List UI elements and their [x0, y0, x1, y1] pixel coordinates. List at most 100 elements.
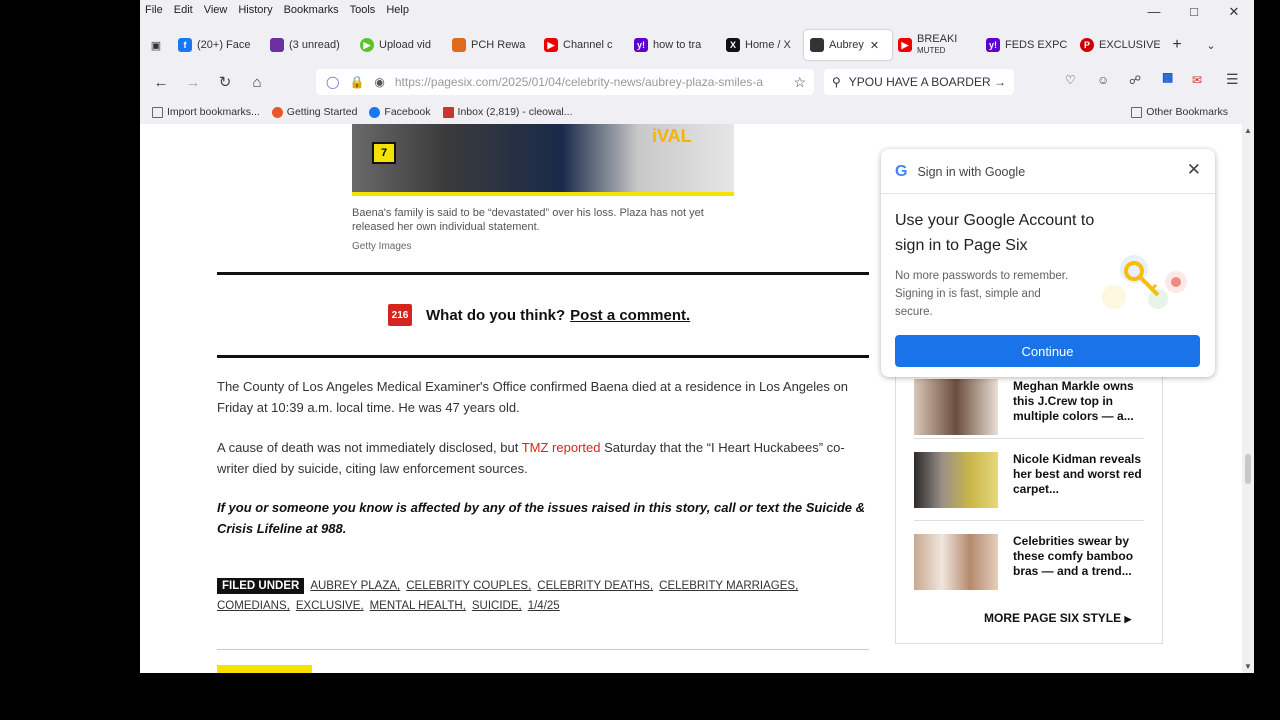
comment-count-badge[interactable]: 216 [388, 304, 412, 326]
extensions-icon[interactable]: ☍ [1129, 73, 1141, 87]
bookmark-import[interactable]: Import bookmarks... [152, 106, 260, 118]
scroll-down-icon[interactable]: ▼ [1244, 662, 1252, 671]
sidebar-story[interactable]: Nicole Kidman reveals her best and worst… [914, 452, 1144, 508]
bookmark-getting-started[interactable]: Getting Started [271, 106, 357, 118]
post-comment-link[interactable]: Post a comment. [570, 307, 690, 324]
tag-link[interactable]: MENTAL HEALTH, [370, 600, 466, 612]
menu-bookmarks[interactable]: Bookmarks [284, 4, 339, 16]
rumble-icon: ▶ [360, 38, 374, 52]
close-icon[interactable]: ✕ [1187, 160, 1201, 180]
go-arrow-icon[interactable]: → [994, 75, 1006, 89]
window-controls: — □ ✕ [1134, 0, 1254, 24]
new-tab-icon[interactable]: + [1160, 30, 1194, 60]
sidebar-story[interactable]: Celebrities swear by these comfy bamboo … [914, 534, 1144, 590]
bookmark-star-icon[interactable]: ☆ [793, 74, 806, 91]
yahoo-icon: y! [634, 38, 648, 52]
photo-credit: Getty Images [352, 241, 412, 252]
menu-bar: File Edit View History Bookmarks Tools H… [140, 0, 1254, 20]
back-arrow-icon[interactable]: ← [145, 74, 177, 91]
youtube-icon: ▶ [544, 38, 558, 52]
tab-x[interactable]: X Home / X [720, 30, 804, 60]
menu-view[interactable]: View [204, 4, 228, 16]
tracking-shield-icon[interactable]: ◯ [326, 75, 339, 89]
page-six-style-sidebar: Meghan Markle owns this J.Crew top in mu… [895, 374, 1163, 644]
menu-help[interactable]: Help [386, 4, 409, 16]
maximize-icon[interactable]: □ [1174, 0, 1214, 24]
minimize-icon[interactable]: — [1134, 0, 1174, 24]
continue-button[interactable]: Continue [895, 335, 1200, 367]
bookmark-facebook[interactable]: Facebook [369, 106, 431, 118]
tab-breaking[interactable]: ▶ BREAKI MUTED [892, 30, 980, 60]
divider [217, 272, 869, 275]
bookmark-inbox[interactable]: Inbox (2,819) - cleowal... [442, 106, 573, 118]
tab-aubrey-active[interactable]: Aubrey ✕ [804, 30, 892, 60]
close-window-icon[interactable]: ✕ [1214, 0, 1254, 24]
menu-file[interactable]: File [145, 4, 163, 16]
menu-tools[interactable]: Tools [350, 4, 376, 16]
lock-icon[interactable]: 🔒 [349, 75, 364, 89]
pinterest-icon: P [1080, 38, 1094, 52]
tag-link[interactable]: SUICIDE, [472, 600, 522, 612]
account-icon[interactable]: ☺ [1097, 73, 1109, 87]
tab-rumble[interactable]: ▶ Upload vid [354, 30, 446, 60]
menu-history[interactable]: History [238, 4, 272, 16]
divider [217, 355, 869, 358]
tag-link[interactable]: EXCLUSIVE, [296, 600, 364, 612]
mail-icon [270, 38, 284, 52]
menu-edit[interactable]: Edit [174, 4, 193, 16]
tag-link[interactable]: CELEBRITY DEATHS, [537, 580, 653, 592]
tab-pch[interactable]: PCH Rewa [446, 30, 538, 60]
tab-youtube-channel[interactable]: ▶ Channel c [538, 30, 628, 60]
firefox-icon [271, 106, 283, 118]
tag-link[interactable]: CELEBRITY MARRIAGES, [659, 580, 798, 592]
tab-overview-icon[interactable]: ▣ [140, 30, 172, 60]
search-icon: ⚲ [832, 75, 841, 89]
comment-prompt: 216 What do you think? Post a comment. [388, 304, 690, 326]
forward-arrow-icon[interactable]: → [177, 74, 209, 91]
folder-icon [1131, 106, 1143, 118]
google-sign-in-popup: G Sign in with Google ✕ Use your Google A… [881, 149, 1215, 377]
facebook-icon: f [178, 38, 192, 52]
home-icon[interactable]: ⌂ [241, 74, 273, 91]
divider [881, 193, 1215, 194]
url-bar[interactable]: ◯ 🔒 ◉ https://pagesix.com/2025/01/04/cel… [316, 69, 814, 95]
tab-list-chevron-icon[interactable]: ⌄ [1194, 30, 1228, 60]
scroll-up-icon[interactable]: ▲ [1244, 126, 1252, 135]
other-bookmarks[interactable]: Other Bookmarks [1131, 106, 1228, 118]
filed-under-tags: FILED UNDER AUBREY PLAZA, CELEBRITY COUPLE… [217, 576, 857, 616]
tab-facebook[interactable]: f (20+) Face [172, 30, 264, 60]
article-photo: 7 iVAL [352, 124, 734, 196]
close-tab-icon[interactable]: ✕ [870, 39, 879, 52]
tmz-link[interactable]: TMZ reported [522, 440, 601, 455]
sidebar-story[interactable]: Meghan Markle owns this J.Crew top in mu… [914, 379, 1144, 435]
permissions-icon[interactable]: ◉ [374, 75, 384, 89]
reload-icon[interactable]: ↻ [209, 73, 241, 91]
tab-yahoo[interactable]: y! how to tra [628, 30, 720, 60]
story-thumbnail [914, 534, 998, 590]
photo-badge: 7 [372, 142, 396, 164]
pagesix-icon [810, 38, 824, 52]
article-paragraph-1: The County of Los Angeles Medical Examin… [217, 379, 848, 415]
popup-description: No more passwords to remember. Signing i… [895, 270, 1069, 318]
tag-link[interactable]: 1/4/25 [528, 600, 560, 612]
scrollbar[interactable]: ▲ ▼ [1242, 124, 1254, 673]
hamburger-menu-icon[interactable]: ☰ [1226, 71, 1239, 88]
gmail-icon [442, 106, 454, 118]
url-text: https://pagesix.com/2025/01/04/celebrity… [394, 75, 764, 89]
tag-link[interactable]: CELEBRITY COUPLES, [406, 580, 531, 592]
article-paragraph-2: A cause of death was not immediately dis… [217, 440, 845, 476]
more-page-six-style-link[interactable]: MORE PAGE SIX STYLE ▶ [984, 611, 1131, 625]
story-thumbnail [914, 379, 998, 435]
megaphone-icon[interactable]: ✉ [1192, 73, 1202, 87]
pocket-icon[interactable]: ♡ [1065, 73, 1076, 87]
tag-link[interactable]: AUBREY PLAZA, [310, 580, 400, 592]
tab-feds[interactable]: y! FEDS EXPC [980, 30, 1074, 60]
tag-link[interactable]: COMEDIANS, [217, 600, 290, 612]
tab-exclusive[interactable]: P EXCLUSIVE [1074, 30, 1160, 60]
crisis-lifeline-note: If you or someone you know is affected b… [217, 500, 866, 536]
search-bar[interactable]: ⚲ YPOU HAVE A BOARDER → [824, 69, 1014, 95]
scrollbar-thumb[interactable] [1245, 454, 1251, 484]
divider [914, 438, 1144, 439]
tab-mail[interactable]: (3 unread) [264, 30, 354, 60]
extension-badge-icon[interactable]: ▩ [1162, 70, 1173, 84]
